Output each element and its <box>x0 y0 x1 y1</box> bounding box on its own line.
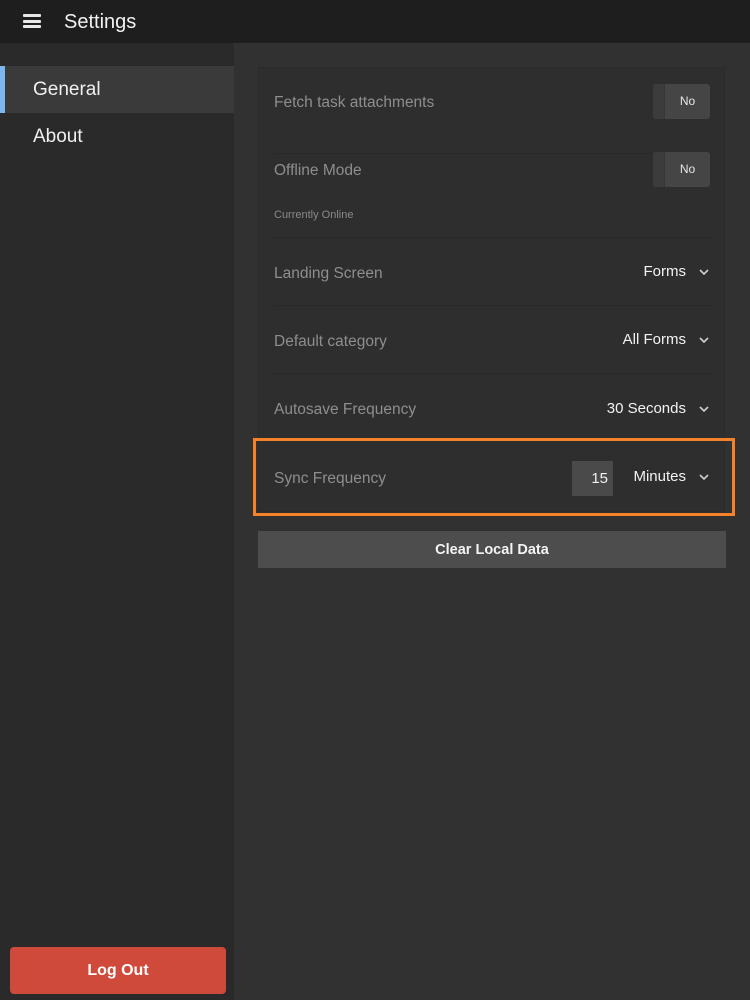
chevron-down-icon <box>698 266 710 278</box>
setting-landing-screen: Landing Screen Forms <box>274 238 710 306</box>
toggle-knob <box>653 152 665 187</box>
toggle-knob <box>653 84 665 119</box>
connection-status: Currently Online <box>274 209 354 221</box>
setting-autosave-frequency: Autosave Frequency 30 Seconds <box>274 374 710 442</box>
setting-label: Sync Frequency <box>274 470 386 487</box>
sidebar-item-label: About <box>33 126 83 147</box>
setting-label: Offline Mode <box>274 162 362 179</box>
select-value: All Forms <box>622 331 686 348</box>
chevron-down-icon <box>698 471 710 483</box>
landing-screen-select[interactable]: Forms <box>644 262 711 282</box>
setting-label: Autosave Frequency <box>274 401 417 418</box>
setting-default-category: Default category All Forms <box>274 306 710 374</box>
clear-local-data-button[interactable]: Clear Local Data <box>258 531 726 568</box>
log-out-button[interactable]: Log Out <box>10 947 226 994</box>
toggle-value: No <box>679 162 696 176</box>
chevron-down-icon <box>698 403 710 415</box>
default-category-select[interactable]: All Forms <box>623 330 710 350</box>
sidebar-item-label: General <box>33 79 101 100</box>
select-value: 30 Seconds <box>606 400 686 417</box>
setting-label: Landing Screen <box>274 265 383 282</box>
fetch-attachments-toggle[interactable]: No <box>653 84 710 119</box>
sync-frequency-unit-select[interactable]: Minutes <box>633 467 710 487</box>
select-value: Forms <box>643 263 687 280</box>
setting-fetch-attachments: Fetch task attachments No <box>274 84 710 154</box>
autosave-frequency-select[interactable]: 30 Seconds <box>607 399 710 419</box>
chevron-down-icon <box>698 334 710 346</box>
hamburger-menu-icon[interactable] <box>23 14 41 28</box>
setting-label: Default category <box>274 333 387 350</box>
setting-sync-frequency: Sync Frequency Minutes <box>274 442 710 512</box>
setting-label: Fetch task attachments <box>274 94 435 111</box>
sync-frequency-amount-input[interactable] <box>572 461 613 496</box>
sidebar-item-general[interactable]: General <box>0 66 234 113</box>
offline-mode-toggle[interactable]: No <box>653 152 710 187</box>
app-header: Settings <box>0 0 750 43</box>
setting-offline-mode: Offline Mode No Currently Online <box>274 152 710 238</box>
toggle-value: No <box>679 94 696 108</box>
page-title: Settings <box>64 11 137 33</box>
select-value: Minutes <box>633 468 686 485</box>
sidebar: General About <box>0 43 234 1000</box>
sidebar-item-about[interactable]: About <box>0 113 234 160</box>
